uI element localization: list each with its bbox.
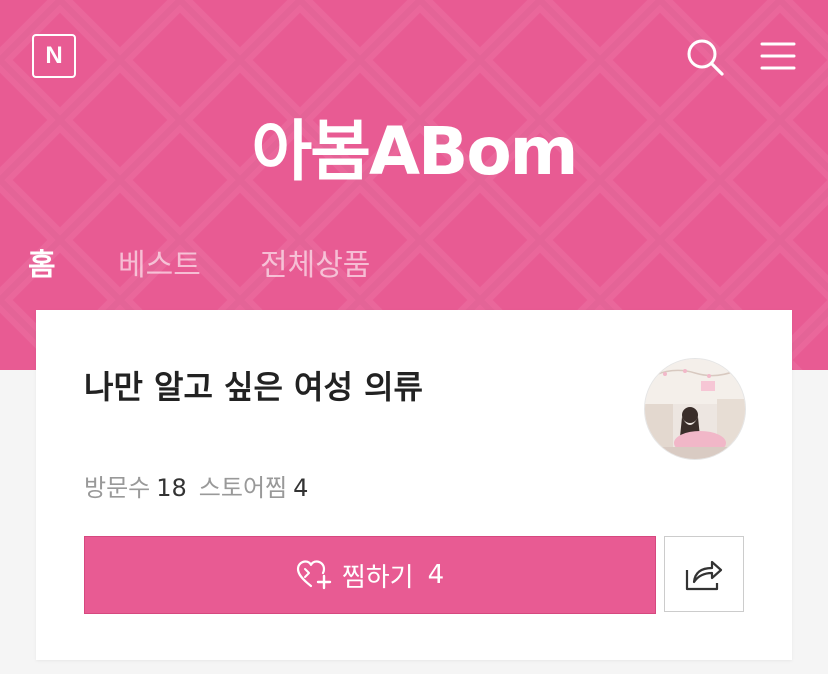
hamburger-menu-icon: [760, 42, 796, 70]
naver-logo[interactable]: N: [32, 34, 76, 78]
favorite-button-count: 4: [427, 560, 445, 590]
favorite-button-label: 찜하기: [341, 562, 414, 593]
avatar-photo: [645, 359, 745, 459]
share-icon: [685, 560, 723, 591]
heart-plus-icon: [296, 560, 332, 590]
visitors-count: 18: [156, 474, 187, 502]
store-profile-card: 나만 알고 싶은 여성 의류 방문수 18 스토어찜 4 찜하기 4: [36, 310, 792, 660]
share-button[interactable]: [664, 536, 744, 612]
store-favorites-label: 스토어찜: [198, 474, 288, 502]
menu-button[interactable]: [760, 40, 796, 72]
favorite-button[interactable]: 찜하기 4: [84, 536, 656, 614]
visitors-label: 방문수: [84, 474, 151, 502]
store-favorites-count: 4: [293, 474, 309, 502]
tab-best[interactable]: 베스트: [118, 240, 201, 284]
tab-all-products[interactable]: 전체상품: [260, 240, 370, 284]
store-avatar[interactable]: [644, 358, 746, 460]
store-description: 나만 알고 싶은 여성 의류: [84, 368, 423, 406]
store-name[interactable]: 아봄ABom: [0, 98, 828, 194]
tab-home[interactable]: 홈: [28, 240, 56, 284]
store-stats: 방문수 18 스토어찜 4: [84, 468, 320, 503]
search-button[interactable]: [686, 38, 724, 76]
search-icon: [687, 39, 724, 76]
